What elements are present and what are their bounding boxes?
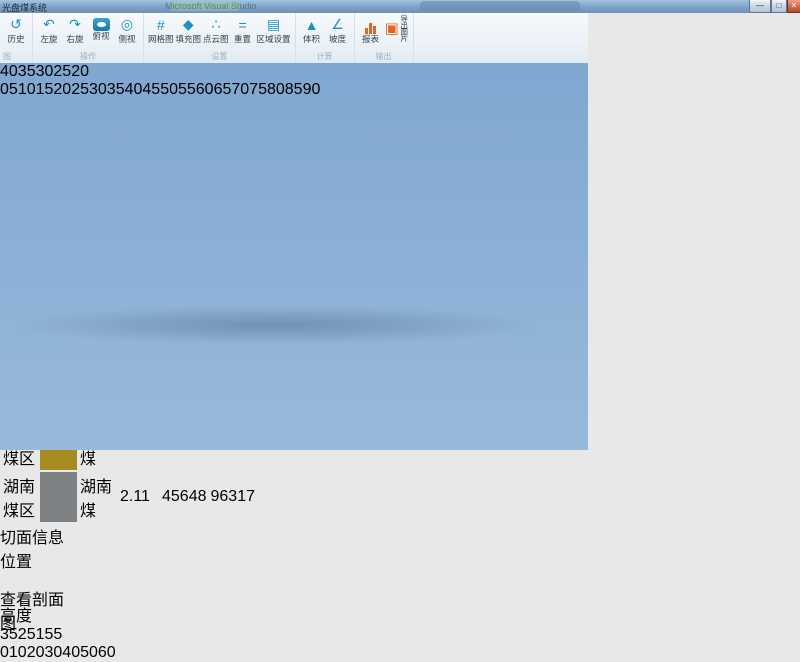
x-tick-label: 30: [45, 644, 63, 661]
reset-icon: =: [238, 15, 246, 34]
ribbon-group-label: 设置: [147, 52, 292, 63]
table-row[interactable]: 湖南煤区 湖南煤2.114564896317: [2, 472, 256, 522]
ribbon-button-label: 体积: [303, 34, 320, 44]
x-axis-ticks: 0102030405060: [0, 644, 800, 662]
profile-section-header: 切面信息: [0, 524, 800, 548]
ribbon-button-side-view[interactable]: ◎侧视: [114, 15, 140, 44]
ribbon-button-label: 导出图片: [400, 15, 408, 41]
position-input[interactable]: [0, 572, 48, 586]
x-tick-label: 40: [62, 644, 80, 661]
ribbon-button-label: 左旋: [40, 34, 57, 44]
density-cell: 2.11: [119, 472, 159, 522]
y-axis-ticks: 3525155: [0, 626, 800, 644]
ribbon-button-rotate-right[interactable]: ↷右旋: [62, 15, 88, 44]
close-button[interactable]: ✕: [787, 0, 800, 13]
grid-map-icon: #: [157, 15, 165, 34]
ribbon-group: ↺历史图: [0, 13, 33, 63]
title-bar: 光盘煤系统 Microsoft Visual Studio — □ ✕: [0, 0, 800, 13]
export-image-icon: ▣: [385, 19, 399, 38]
maximize-button[interactable]: □: [771, 0, 787, 13]
ribbon-button-label: 右旋: [66, 34, 83, 44]
type-cell: 湖南煤: [79, 472, 117, 522]
ribbon-group-label: 计算: [299, 52, 351, 63]
ribbon-toolbar: ↺历史图↶左旋↷右旋俯视◎侧视操作#网格图◆填充图∴点云图=重置▤区域设置设置▲…: [0, 13, 588, 64]
desktop-artifact: [420, 1, 580, 11]
volume-mountain-icon: ▲: [305, 15, 319, 34]
ribbon-button-volume-mountain[interactable]: ▲体积: [299, 15, 325, 44]
region-cell[interactable]: 湖南煤区: [2, 472, 38, 522]
chart-y-label: 高度: [0, 608, 32, 625]
ribbon-group: ↶左旋↷右旋俯视◎侧视操作: [33, 13, 144, 63]
ribbon-button-slope[interactable]: ∠坡度: [325, 15, 351, 44]
x-tick-label: 0: [0, 644, 9, 661]
fill-map-icon: ◆: [183, 15, 194, 34]
region-settings-map-icon: ▤: [267, 15, 280, 34]
ribbon-button-point-cloud[interactable]: ∴点云图: [202, 15, 230, 44]
window-controls: — □ ✕: [749, 0, 800, 13]
rotate-right-icon: ↷: [69, 15, 81, 34]
ribbon-button-label: 网格图: [148, 34, 174, 44]
y-tick-label: 25: [18, 626, 36, 643]
history-icon: ↺: [10, 15, 22, 34]
coal-pile-yellow-shadow: [0, 63, 588, 450]
ribbon-button-region-settings-map[interactable]: ▤区域设置: [256, 15, 292, 44]
x-tick-label: 50: [80, 644, 98, 661]
ribbon-button-label: 填充图: [176, 34, 202, 44]
side-view-icon: ◎: [121, 15, 133, 34]
x-tick-label: 20: [27, 644, 45, 661]
y-tick-label: 15: [36, 626, 54, 643]
ribbon-button-history[interactable]: ↺历史: [3, 15, 29, 44]
ribbon-button-label: 俯视: [92, 31, 109, 41]
report-chart-icon: [365, 18, 376, 34]
ribbon-group-label: 输出: [358, 52, 410, 63]
ribbon-button-label: 坡度: [329, 34, 346, 44]
y-tick-label: 5: [53, 626, 62, 643]
ribbon-button-label: 历史: [7, 34, 24, 44]
app-window: 光盘煤系统 Microsoft Visual Studio — □ ✕ ↺历史图…: [0, 0, 800, 450]
ribbon-button-label: 重置: [234, 34, 251, 44]
top-view-eye-icon: [93, 18, 110, 31]
y-tick-label: 35: [0, 626, 18, 643]
ribbon-group-label: 图: [3, 52, 29, 63]
ribbon-button-reset[interactable]: =重置: [230, 15, 256, 44]
volume-cell: 45648: [161, 472, 208, 522]
point-cloud-icon: ∴: [211, 15, 220, 34]
slope-icon: ∠: [331, 15, 344, 34]
ribbon-button-label: 点云图: [203, 34, 229, 44]
mass-cell: 96317: [210, 472, 257, 522]
ribbon-button-label: 报表: [362, 34, 379, 44]
ribbon-button-export-image[interactable]: ▣导出图片: [384, 15, 410, 41]
ribbon-button-report-chart[interactable]: 报表: [358, 15, 384, 44]
ribbon-button-fill-map[interactable]: ◆填充图: [175, 15, 203, 44]
minimize-button[interactable]: —: [749, 0, 771, 13]
ribbon-button-rotate-left[interactable]: ↶左旋: [36, 15, 62, 44]
x-tick-label: 10: [9, 644, 27, 661]
rotate-left-icon: ↶: [43, 15, 55, 34]
x-tick-label: 60: [98, 644, 116, 661]
ribbon-button-top-view-eye[interactable]: 俯视: [88, 15, 114, 41]
background-window-title: Microsoft Visual Studio: [165, 1, 256, 11]
position-label: 位置: [0, 554, 32, 571]
ribbon-group: ▲体积∠坡度计算: [296, 13, 355, 63]
ribbon-button-grid-map[interactable]: #网格图: [147, 15, 175, 44]
ribbon-group: 报表 ▣导出图片输出: [355, 13, 414, 63]
profile-chart: 高度 3525155 0102030405060: [0, 602, 800, 662]
profile-section-title: 切面信息: [0, 530, 64, 547]
view-profile-button[interactable]: 查看剖面图: [0, 586, 64, 602]
viewport-3d[interactable]: 4035302520 05101520253035404550556065707…: [0, 63, 588, 450]
ribbon-group-label: 操作: [36, 52, 140, 63]
ribbon-group: #网格图◆填充图∴点云图=重置▤区域设置设置: [144, 13, 296, 63]
window-title: 光盘煤系统: [2, 1, 47, 13]
color-swatch: [40, 472, 77, 522]
ribbon-button-label: 侧视: [118, 34, 135, 44]
ribbon-button-label: 区域设置: [257, 34, 291, 44]
